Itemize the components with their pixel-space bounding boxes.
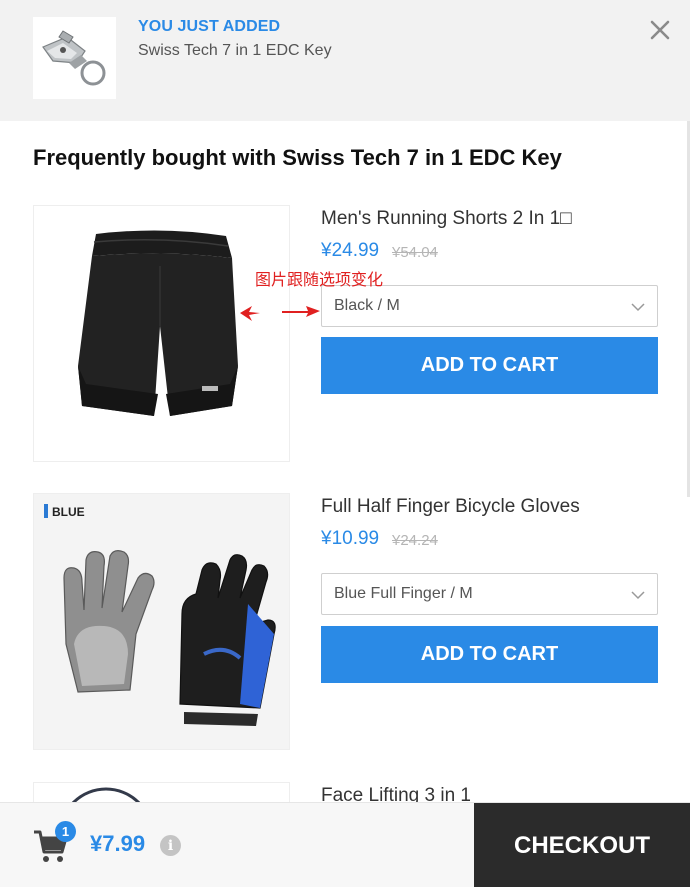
chevron-down-icon xyxy=(631,591,645,600)
keychain-tool-image xyxy=(33,17,116,99)
product-old-price: ¥24.24 xyxy=(392,532,438,549)
annotation-arrows xyxy=(240,306,320,321)
product-name[interactable]: Full Half Finger Bicycle Gloves xyxy=(321,496,580,518)
product-item-shorts: Men's Running Shorts 2 In 1□ ¥24.99 ¥54.… xyxy=(0,205,690,465)
added-label: YOU JUST ADDED xyxy=(138,18,281,35)
product-image[interactable] xyxy=(33,205,290,462)
product-name[interactable]: Face Lifting 3 in 1 xyxy=(321,785,471,802)
variant-select-value: Blue Full Finger / M xyxy=(334,585,473,602)
added-product-thumbnail xyxy=(33,17,116,99)
product-item-gloves: BLUE Full Half Finger Bicycle Gloves ¥10… xyxy=(0,493,690,753)
cart-total: ¥7.99 xyxy=(90,831,146,856)
chevron-down-icon xyxy=(631,303,645,312)
product-image[interactable] xyxy=(33,782,290,802)
product-price: ¥24.99 xyxy=(321,240,380,261)
info-icon[interactable]: i xyxy=(160,835,181,856)
product-image[interactable]: BLUE xyxy=(33,493,290,750)
close-icon xyxy=(650,20,670,40)
variant-select[interactable]: Blue Full Finger / M xyxy=(321,573,658,615)
variant-select[interactable]: Black / M xyxy=(321,285,658,327)
annotation-text: 图片跟随选项变化 xyxy=(255,270,384,289)
add-to-cart-button[interactable]: ADD TO CART xyxy=(321,337,658,394)
section-title: Frequently bought with Swiss Tech 7 in 1… xyxy=(33,145,562,170)
product-name[interactable]: Men's Running Shorts 2 In 1□ xyxy=(321,208,572,230)
added-product-name: Swiss Tech 7 in 1 EDC Key xyxy=(138,42,332,59)
add-to-cart-button[interactable]: ADD TO CART xyxy=(321,626,658,683)
checkout-button[interactable]: CHECKOUT xyxy=(474,803,690,887)
cart-count-badge: 1 xyxy=(55,821,76,842)
running-shorts-image xyxy=(78,230,238,416)
image-badge-text: BLUE xyxy=(52,505,85,519)
product-price: ¥10.99 xyxy=(321,528,380,549)
cart-bar: 1 ¥7.99 i CHECKOUT xyxy=(0,802,690,887)
product-old-price: ¥54.04 xyxy=(392,244,438,261)
added-notification: YOU JUST ADDED Swiss Tech 7 in 1 EDC Key xyxy=(0,0,690,121)
face-lifting-image xyxy=(71,787,141,802)
bicycle-gloves-image: BLUE xyxy=(34,494,289,749)
variant-select-value: Black / M xyxy=(334,297,400,314)
close-button[interactable] xyxy=(647,17,673,43)
product-item-face-lifting: Face Lifting 3 in 1 xyxy=(0,782,690,802)
